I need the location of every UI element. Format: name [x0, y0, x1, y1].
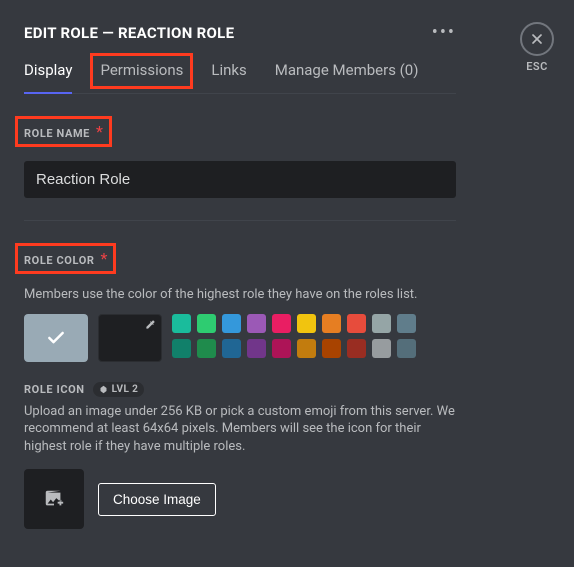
color-swatch[interactable]	[397, 339, 416, 358]
role-color-label: ROLE COLOR	[24, 254, 95, 267]
role-name-label: ROLE NAME	[24, 127, 90, 140]
tab-manage-members[interactable]: Manage Members (0)	[275, 61, 419, 93]
color-swatch[interactable]	[372, 314, 391, 333]
check-icon	[46, 328, 66, 348]
color-swatch[interactable]	[222, 339, 241, 358]
required-asterisk: *	[101, 249, 108, 268]
choose-image-button[interactable]: Choose Image	[98, 483, 216, 516]
color-swatch[interactable]	[322, 339, 341, 358]
color-swatch[interactable]	[272, 339, 291, 358]
tab-permissions[interactable]: Permissions	[100, 61, 183, 93]
color-swatch[interactable]	[247, 314, 266, 333]
close-button[interactable]	[520, 22, 554, 56]
color-swatch[interactable]	[172, 339, 191, 358]
color-swatch[interactable]	[372, 339, 391, 358]
color-swatch[interactable]	[197, 314, 216, 333]
color-swatch[interactable]	[397, 314, 416, 333]
section-divider	[24, 220, 456, 221]
color-swatch[interactable]	[322, 314, 341, 333]
highlight-role-color: ROLE COLOR *	[15, 243, 116, 274]
role-color-description: Members use the color of the highest rol…	[24, 286, 456, 304]
tab-bar: Display Permissions Links Manage Members…	[24, 61, 456, 94]
esc-label: ESC	[520, 60, 554, 73]
role-name-input[interactable]	[24, 161, 456, 198]
color-swatch[interactable]	[347, 314, 366, 333]
boost-icon	[99, 385, 108, 394]
color-palette	[172, 314, 416, 362]
more-options-button[interactable]: •••	[432, 22, 456, 43]
boost-level-text: LVL 2	[112, 384, 139, 395]
image-upload-dropzone[interactable]	[24, 469, 84, 529]
tab-links[interactable]: Links	[211, 61, 246, 93]
tab-display[interactable]: Display	[24, 61, 72, 93]
color-swatch[interactable]	[347, 339, 366, 358]
boost-level-badge: LVL 2	[93, 382, 145, 397]
eyedropper-icon	[145, 319, 156, 330]
role-icon-description: Upload an image under 256 KB or pick a c…	[24, 403, 456, 456]
color-swatch[interactable]	[197, 339, 216, 358]
page-title: EDIT ROLE — REACTION ROLE	[24, 24, 234, 42]
required-asterisk: *	[96, 122, 103, 141]
custom-color-swatch[interactable]	[98, 314, 162, 362]
close-icon	[529, 31, 545, 47]
role-icon-label: ROLE ICON	[24, 383, 85, 396]
color-swatch[interactable]	[247, 339, 266, 358]
color-swatch[interactable]	[297, 314, 316, 333]
color-swatch[interactable]	[272, 314, 291, 333]
add-image-icon	[43, 488, 65, 510]
highlight-role-name: ROLE NAME *	[15, 116, 112, 147]
default-color-swatch[interactable]	[24, 314, 88, 362]
color-swatch[interactable]	[172, 314, 191, 333]
color-swatch[interactable]	[297, 339, 316, 358]
color-swatch[interactable]	[222, 314, 241, 333]
